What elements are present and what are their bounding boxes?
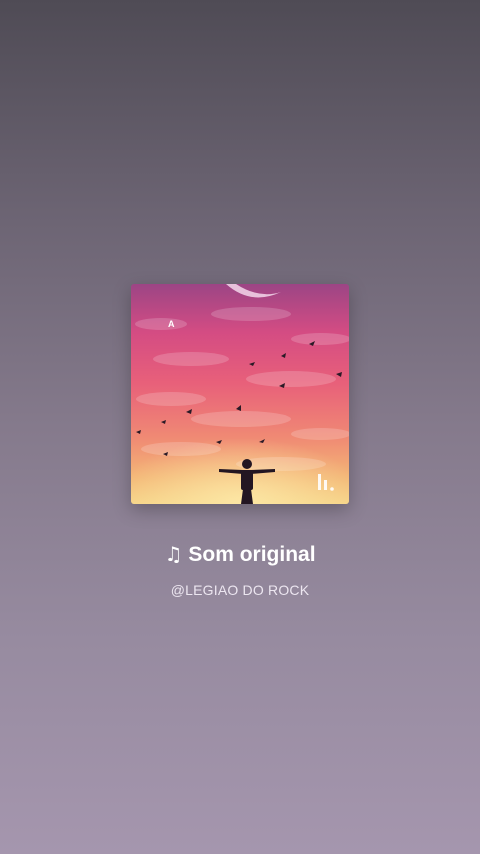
sunset-artwork-image: A [131, 284, 349, 504]
audio-title-row[interactable]: ♫ Som original [0, 540, 480, 569]
music-note-icon: ♫ [164, 542, 183, 566]
audio-page: A ♫ Som original @LEGIAO DO ROCK [0, 0, 480, 854]
cover-corner-letter: A [168, 319, 175, 329]
album-cover[interactable]: A [131, 284, 349, 504]
audio-title: Som original [188, 543, 316, 566]
audio-author[interactable]: @LEGIAO DO ROCK [0, 581, 480, 599]
